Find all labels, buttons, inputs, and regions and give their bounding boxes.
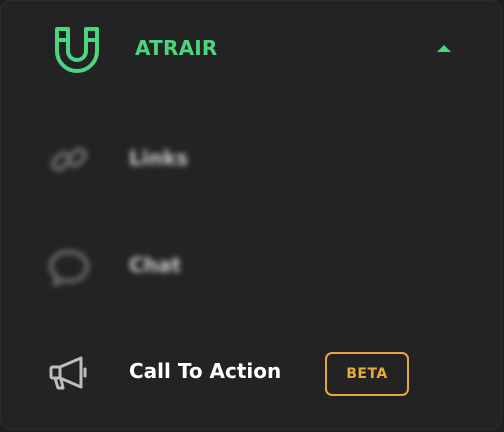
- megaphone-icon: [49, 356, 87, 390]
- link-icon: [51, 147, 87, 172]
- menu-item-label: Call To Action: [129, 359, 282, 383]
- menu-item-links[interactable]: Links: [1, 119, 501, 199]
- section-title: ATRAIR: [135, 36, 218, 60]
- chevron-up-icon[interactable]: [434, 41, 454, 55]
- sidebar-panel: ATRAIR Links Chat Call To Action BETA: [0, 0, 502, 430]
- section-header-atrair[interactable]: ATRAIR: [1, 1, 501, 101]
- magnet-icon: [55, 27, 99, 73]
- menu-item-chat[interactable]: Chat: [1, 226, 501, 306]
- beta-badge: BETA: [325, 352, 409, 396]
- menu-item-label: Links: [129, 146, 189, 170]
- menu-item-call-to-action[interactable]: Call To Action BETA: [1, 332, 501, 412]
- chat-bubble-icon: [49, 250, 89, 286]
- menu-item-label: Chat: [129, 253, 181, 277]
